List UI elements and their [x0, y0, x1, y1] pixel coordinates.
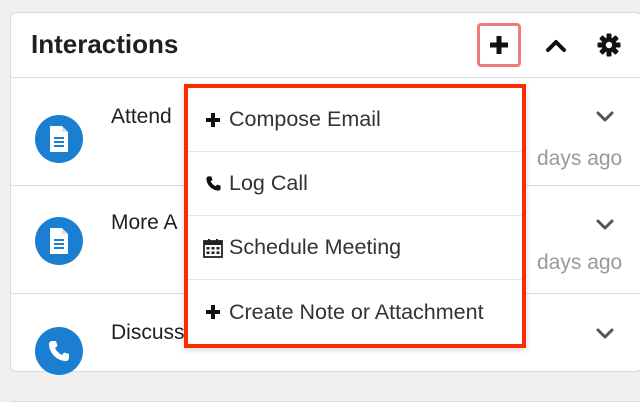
calendar-icon [202, 237, 224, 259]
menu-item-compose-email[interactable]: Compose Email [188, 88, 522, 152]
menu-item-label: Create Note or Attachment [229, 299, 484, 324]
row-title[interactable]: Discuss [111, 321, 185, 345]
chevron-down-icon[interactable] [595, 218, 615, 232]
plus-icon [202, 109, 224, 131]
chevron-up-icon [546, 40, 566, 52]
collapse-button[interactable] [534, 23, 578, 67]
settings-button[interactable] [587, 23, 631, 67]
chevron-down-icon[interactable] [595, 327, 615, 341]
add-interaction-menu: Compose Email Log Call Schedule Meeting … [184, 84, 526, 348]
menu-item-label: Log Call [229, 171, 308, 195]
menu-item-label: Schedule Meeting [229, 235, 402, 259]
phone-icon [49, 341, 69, 361]
row-time: days ago [537, 251, 623, 274]
dashlet-title: Interactions [31, 29, 179, 59]
document-avatar [35, 115, 83, 163]
add-button[interactable] [477, 23, 521, 67]
document-avatar [35, 217, 83, 265]
phone-icon [202, 173, 224, 195]
plus-icon [490, 36, 508, 54]
dashlet-header: Interactions [11, 13, 640, 78]
document-icon [50, 228, 68, 254]
plus-icon [202, 301, 224, 323]
menu-item-label: Compose Email [229, 107, 381, 131]
gear-icon [597, 33, 621, 57]
menu-item-schedule-meeting[interactable]: Schedule Meeting [188, 216, 522, 280]
row-title[interactable]: Attend [111, 105, 172, 129]
menu-item-create-note[interactable]: Create Note or Attachment [188, 280, 522, 344]
row-time: days ago [537, 147, 623, 170]
chevron-down-icon[interactable] [595, 110, 615, 124]
menu-item-log-call[interactable]: Log Call [188, 152, 522, 216]
phone-avatar [35, 327, 83, 375]
row-title[interactable]: More A [111, 211, 178, 235]
document-icon [50, 126, 68, 152]
